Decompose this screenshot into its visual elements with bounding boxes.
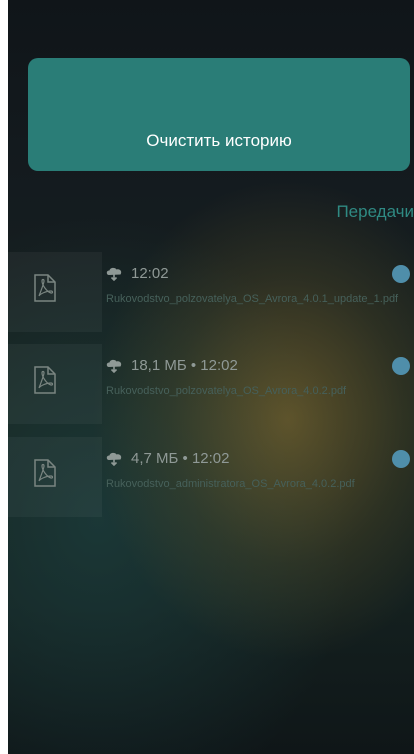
transfer-status-text: 4,7 МБ • 12:02 <box>131 450 230 467</box>
transfer-file-name: Rukovodstvo_polzovatelya_OS_Avrora_4.0.1… <box>106 293 399 305</box>
pdf-file-icon <box>34 366 56 394</box>
transfer-file-name: Rukovodstvo_polzovatelya_OS_Avrora_4.0.2… <box>106 385 347 397</box>
status-dot <box>392 450 410 468</box>
status-dot <box>392 357 410 375</box>
status-dot <box>392 265 410 283</box>
download-cloud-icon <box>106 359 122 373</box>
file-icon-box <box>8 344 102 424</box>
clear-history-label: Очистить историю <box>146 131 292 150</box>
download-cloud-icon <box>106 452 122 466</box>
file-icon-box <box>8 437 102 517</box>
transfer-item[interactable]: 12:02 Rukovodstvo_polzovatelya_OS_Avrora… <box>8 252 414 332</box>
clear-history-button[interactable]: Очистить историю <box>28 58 410 171</box>
transfer-status-text: 18,1 МБ • 12:02 <box>131 357 238 374</box>
download-cloud-icon <box>106 267 122 281</box>
transfer-item[interactable]: 18,1 МБ • 12:02 Rukovodstvo_polzovatelya… <box>8 344 414 424</box>
transfer-status-text: 12:02 <box>131 265 169 282</box>
pdf-file-icon <box>34 274 56 302</box>
transfer-status: 12:02 <box>105 265 169 282</box>
file-icon-box <box>8 252 102 332</box>
section-title: Передачи <box>336 202 414 221</box>
transfer-status: 4,7 МБ • 12:02 <box>105 450 229 467</box>
pdf-file-icon <box>34 459 56 487</box>
transfer-item[interactable]: 4,7 МБ • 12:02 Rukovodstvo_administrator… <box>8 437 414 517</box>
transfer-status: 18,1 МБ • 12:02 <box>105 357 238 374</box>
screen: Очистить историю Передачи 12:02 Rukovods… <box>8 0 414 754</box>
transfer-file-name: Rukovodstvo_administratora_OS_Avrora_4.0… <box>106 478 355 490</box>
